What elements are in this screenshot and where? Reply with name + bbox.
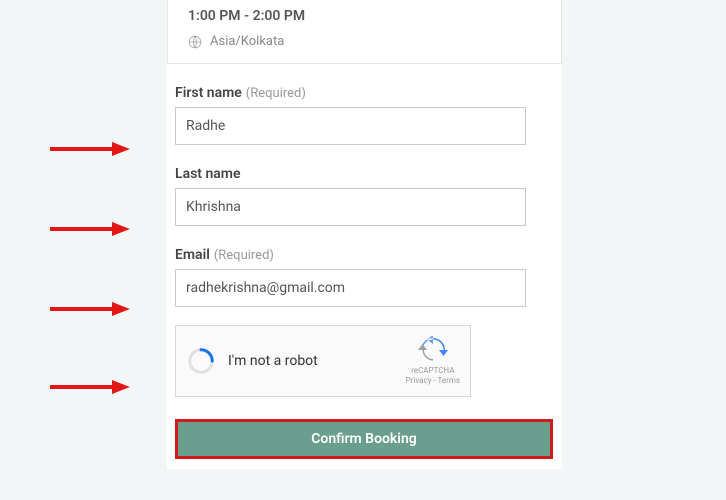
email-required: (Required) [214, 248, 274, 263]
email-group: Email (Required) [175, 244, 554, 307]
first-name-label: First name [175, 85, 242, 101]
first-name-input[interactable] [175, 107, 526, 145]
annotation-arrow [50, 300, 130, 318]
recaptcha-badge: reCAPTCHA Privacy - Terms [406, 336, 460, 387]
last-name-input[interactable] [175, 188, 526, 226]
time-range: 1:00 PM - 2:00 PM [188, 8, 541, 24]
slot-info: 1:00 PM - 2:00 PM Asia/Kolkata [167, 0, 562, 64]
recaptcha-brand-text: reCAPTCHA [406, 366, 460, 376]
annotation-arrow [50, 140, 130, 158]
annotation-arrow [50, 220, 130, 238]
recaptcha-label: I'm not a robot [228, 353, 406, 369]
recaptcha-widget[interactable]: I'm not a robot reCAPTCHA Privacy - Term… [175, 325, 471, 397]
last-name-label: Last name [175, 166, 241, 182]
annotation-arrow [50, 378, 130, 396]
timezone-text: Asia/Kolkata [210, 34, 284, 49]
first-name-group: First name (Required) [175, 82, 554, 145]
timezone-row: Asia/Kolkata [188, 34, 541, 49]
recaptcha-logo-icon [418, 336, 448, 364]
email-input[interactable] [175, 269, 526, 307]
globe-icon [188, 35, 202, 49]
confirm-booking-button[interactable]: Confirm Booking [175, 419, 553, 459]
recaptcha-spinner-icon [186, 346, 216, 376]
recaptcha-legal-text: Privacy - Terms [406, 376, 460, 386]
email-label: Email [175, 247, 210, 263]
booking-card: 1:00 PM - 2:00 PM Asia/Kolkata First nam… [167, 0, 562, 469]
last-name-group: Last name [175, 163, 554, 226]
first-name-required: (Required) [246, 86, 306, 101]
